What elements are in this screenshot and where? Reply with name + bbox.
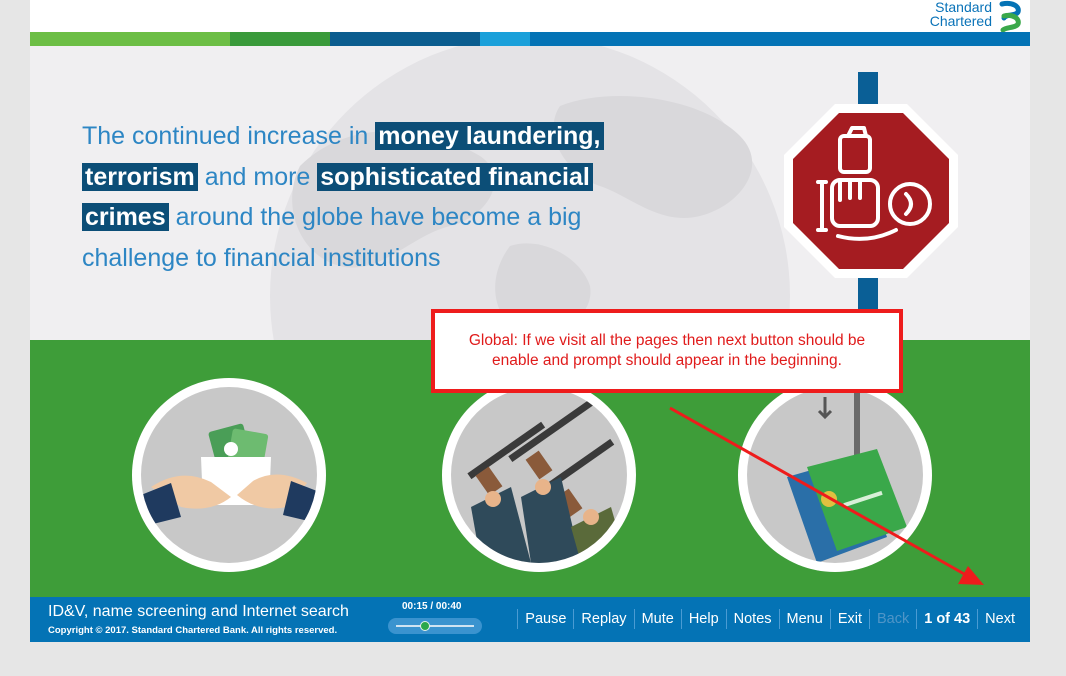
slide-upper-panel: The continued increase in money launderi…	[30, 46, 1030, 340]
money-and-handcuffs-stop-sign-icon	[784, 72, 958, 340]
highlight-terrorism: terrorism	[82, 162, 198, 191]
brand-color-bar	[30, 32, 1030, 46]
hands-passing-money-envelope-icon	[132, 378, 326, 572]
brand-line-2: Chartered	[929, 13, 992, 29]
standard-chartered-logo-icon	[999, 1, 1021, 32]
page-counter: 1 of 43	[916, 609, 977, 629]
player-footer: ID&V, name screening and Internet search…	[30, 597, 1030, 642]
replay-button[interactable]: Replay	[573, 609, 633, 629]
armed-men-rifles-icon	[442, 378, 636, 572]
exit-button[interactable]: Exit	[829, 609, 869, 629]
back-button: Back	[868, 609, 916, 629]
help-button[interactable]: Help	[680, 609, 726, 629]
review-annotation-box: Global: If we visit all the pages then n…	[431, 309, 903, 393]
headline: The continued increase in money launderi…	[82, 116, 652, 278]
copyright-text: Copyright © 2017. Standard Chartered Ban…	[48, 625, 338, 636]
pause-button[interactable]: Pause	[517, 609, 573, 629]
card-on-fishing-hook-icon	[738, 378, 932, 572]
highlight-sophisticated-financial: sophisticated financial	[317, 162, 593, 191]
notes-button[interactable]: Notes	[725, 609, 779, 629]
playback-timer: 00:15 / 00:40	[402, 601, 462, 612]
menu-button[interactable]: Menu	[778, 609, 830, 629]
playback-progress-slider[interactable]	[388, 618, 482, 634]
next-button[interactable]: Next	[977, 609, 1022, 629]
brand-logo: Standard Chartered	[930, 0, 1022, 32]
brand-name: Standard Chartered	[930, 0, 992, 28]
highlight-money-laundering: money laundering,	[375, 122, 604, 150]
progress-track	[396, 625, 474, 627]
brand-line-1: Standard	[935, 0, 992, 15]
course-title: ID&V, name screening and Internet search	[48, 603, 349, 620]
mute-button[interactable]: Mute	[633, 609, 681, 629]
player-nav: Pause Replay Mute Help Notes Menu Exit B…	[517, 609, 1022, 629]
highlight-crimes: crimes	[82, 203, 169, 231]
progress-knob-handle[interactable]	[420, 621, 431, 631]
header: Standard Chartered	[30, 0, 1030, 32]
